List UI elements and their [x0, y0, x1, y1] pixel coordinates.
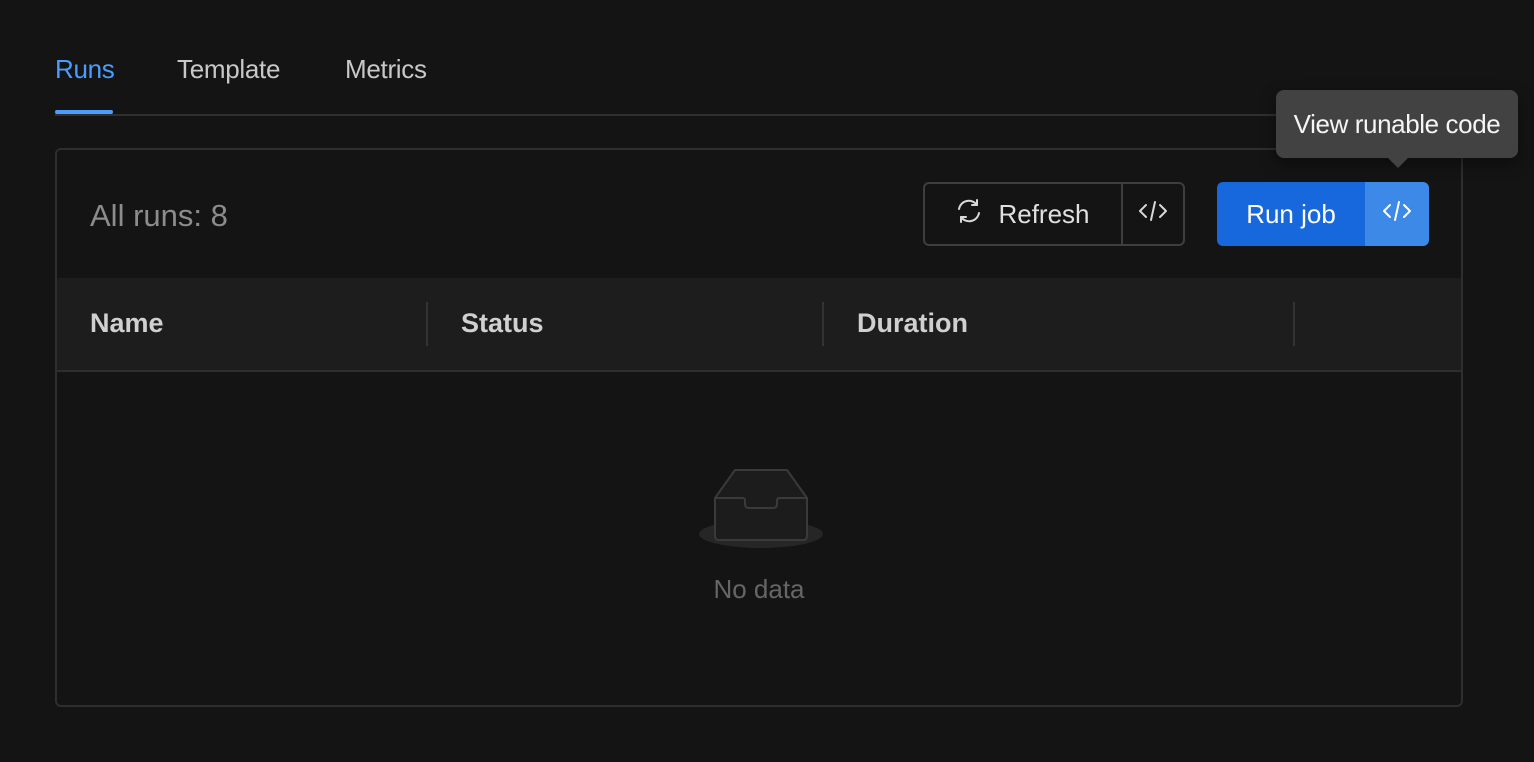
view-code-tooltip: View runable code	[1276, 90, 1518, 158]
runs-count: All runs: 8	[90, 198, 228, 233]
column-divider	[426, 302, 428, 346]
code-icon	[1381, 198, 1413, 231]
refresh-button-group: Refresh	[923, 182, 1185, 246]
empty-state: No data	[57, 372, 1461, 705]
refresh-label: Refresh	[998, 198, 1090, 229]
run-job-button[interactable]: Run job	[1217, 182, 1365, 246]
runs-card: All runs: 8 Refresh Run job Name Status …	[55, 148, 1463, 707]
empty-inbox-icon	[697, 468, 825, 557]
refresh-button[interactable]: Refresh	[925, 184, 1123, 244]
active-tab-indicator	[55, 110, 113, 114]
tab-bar: Runs Template Metrics	[55, 0, 1462, 116]
tab-metrics[interactable]: Metrics	[345, 54, 427, 85]
tab-runs[interactable]: Runs	[55, 54, 115, 85]
run-job-button-group: Run job	[1217, 182, 1429, 246]
column-header-name[interactable]: Name	[90, 308, 164, 339]
column-header-status[interactable]: Status	[461, 308, 544, 339]
run-job-code-button[interactable]	[1365, 182, 1429, 246]
refresh-code-button[interactable]	[1123, 184, 1183, 244]
tab-template[interactable]: Template	[177, 54, 280, 85]
column-header-duration[interactable]: Duration	[857, 308, 968, 339]
column-divider	[1293, 302, 1295, 346]
empty-text: No data	[713, 574, 805, 604]
column-divider	[822, 302, 824, 346]
sync-icon	[956, 198, 982, 231]
table-header: Name Status Duration	[57, 278, 1461, 372]
code-icon	[1137, 198, 1169, 231]
tooltip-arrow	[1386, 156, 1410, 168]
